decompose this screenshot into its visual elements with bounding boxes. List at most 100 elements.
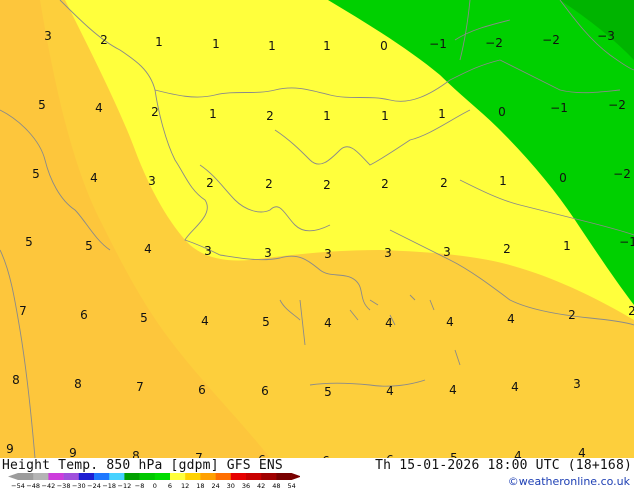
isotherm-label: 0 bbox=[559, 171, 567, 185]
isotherm-label: 4 bbox=[144, 242, 152, 256]
colorbar-swatch bbox=[170, 473, 186, 480]
isotherm-label: 2 bbox=[440, 176, 448, 190]
isotherm-label: 3 bbox=[573, 377, 581, 391]
isotherm-label: 1 bbox=[155, 35, 163, 49]
isotherm-label: 6 bbox=[198, 383, 206, 397]
isotherm-label: 1 bbox=[323, 39, 331, 53]
isotherm-label: 5 bbox=[140, 311, 148, 325]
colorbar-left-arrow bbox=[8, 473, 18, 480]
isotherm-label: 5 bbox=[25, 235, 33, 249]
colorbar-swatch bbox=[230, 473, 247, 480]
isotherm-label: 5 bbox=[450, 451, 458, 458]
isotherm-label: 5 bbox=[324, 385, 332, 399]
colorbar-swatch bbox=[246, 473, 262, 480]
isotherm-label: 1 bbox=[212, 37, 220, 51]
isotherm-label: 1 bbox=[209, 107, 217, 121]
isotherm-label: 4 bbox=[386, 384, 394, 398]
colorbar-tick-label: −48 bbox=[26, 482, 40, 490]
colorbar-swatch bbox=[276, 473, 292, 480]
isotherm-label: 4 bbox=[201, 314, 209, 328]
colorbar-swatch bbox=[63, 473, 80, 480]
isotherm-label: 2 bbox=[266, 109, 274, 123]
colorbar-tick-label: −38 bbox=[57, 482, 71, 490]
colorbar-swatch bbox=[48, 473, 64, 480]
isotherm-label: −1 bbox=[619, 235, 634, 249]
isotherm-label: 4 bbox=[514, 449, 522, 458]
isotherm-label: 7 bbox=[195, 451, 203, 458]
colorbar-tick-label: 42 bbox=[257, 482, 265, 490]
isotherm-label: 1 bbox=[499, 174, 507, 188]
isotherm-label: 1 bbox=[323, 109, 331, 123]
colorbar-swatch bbox=[78, 473, 95, 480]
isotherm-label: 0 bbox=[498, 105, 506, 119]
isotherm-label: 5 bbox=[32, 167, 40, 181]
isotherm-label: 5 bbox=[85, 239, 93, 253]
colorbar-swatch bbox=[185, 473, 201, 480]
isotherm-label: 3 bbox=[324, 247, 332, 261]
colorbar-tick-label: 48 bbox=[272, 482, 280, 490]
isotherm-label: 1 bbox=[438, 107, 446, 121]
isotherm-label: 6 bbox=[80, 308, 88, 322]
isotherm-label: 8 bbox=[12, 373, 20, 387]
isotherm-label: 2 bbox=[206, 176, 214, 190]
isotherm-label: 7 bbox=[136, 380, 144, 394]
footer-bar: Height Temp. 850 hPa [gdpm] GFS ENS Th 1… bbox=[0, 458, 634, 490]
isotherm-label: 1 bbox=[563, 239, 571, 253]
isotherm-label: 9 bbox=[69, 446, 77, 458]
isotherm-label: −2 bbox=[542, 33, 560, 47]
isotherm-label: 4 bbox=[449, 383, 457, 397]
colorbar-tick-label: 30 bbox=[227, 482, 235, 490]
isotherm-label: 2 bbox=[100, 33, 108, 47]
isotherm-label: 6 bbox=[261, 384, 269, 398]
colorbar-swatch bbox=[261, 473, 277, 480]
isotherm-label: 2 bbox=[503, 242, 511, 256]
isotherm-label: 2 bbox=[151, 105, 159, 119]
isotherm-label: 2 bbox=[323, 178, 331, 192]
isotherm-label: 4 bbox=[385, 316, 393, 330]
colorbar-swatch bbox=[18, 473, 34, 480]
isotherm-label: 4 bbox=[446, 315, 454, 329]
isotherm-label: 2 bbox=[568, 308, 576, 322]
isotherm-label: 4 bbox=[90, 171, 98, 185]
isotherm-label: 4 bbox=[324, 316, 332, 330]
copyright-link[interactable]: ©weatheronline.co.uk bbox=[508, 475, 630, 488]
isotherm-label: 5 bbox=[38, 98, 46, 112]
isotherm-label: 2 bbox=[381, 177, 389, 191]
isotherm-label: 4 bbox=[578, 446, 586, 458]
isotherm-label: 9 bbox=[6, 442, 14, 456]
colorbar-tick-label: 24 bbox=[211, 482, 219, 490]
colorbar-swatch bbox=[200, 473, 216, 480]
chart-title: Height Temp. 850 hPa [gdpm] GFS ENS bbox=[2, 458, 283, 473]
colorbar-tick-label: 0 bbox=[153, 482, 157, 490]
colorbar-tick-label: −12 bbox=[118, 482, 132, 490]
colorbar-swatch bbox=[215, 473, 232, 480]
colorbar-tick-label: 54 bbox=[287, 482, 295, 490]
isotherm-label: 0 bbox=[380, 39, 388, 53]
isotherm-label: −2 bbox=[485, 36, 503, 50]
colorbar-tick-label: 12 bbox=[181, 482, 189, 490]
isotherm-label: 1 bbox=[381, 109, 389, 123]
isotherm-label: −1 bbox=[550, 101, 568, 115]
colorbar-swatch bbox=[94, 473, 110, 480]
isotherm-label: 4 bbox=[511, 380, 519, 394]
map-canvas: 3 2 1 1 1 1 0 −1 −2 −2 −3 5 4 2 1 2 1 1 1 0 −1 −2 5 4 3 2 2 2 2 2 1 0 −2… bbox=[0, 0, 634, 458]
isotherm-label: 3 bbox=[204, 244, 212, 258]
colorbar-swatch bbox=[124, 473, 140, 480]
isotherm-label: 7 bbox=[19, 304, 27, 318]
colorbar-tick-label: −54 bbox=[11, 482, 25, 490]
isotherm-label: 3 bbox=[384, 246, 392, 260]
isotherm-label: 3 bbox=[44, 29, 52, 43]
isotherm-label: 3 bbox=[443, 245, 451, 259]
valid-time: Th 15-01-2026 18:00 UTC (18+168) bbox=[375, 458, 632, 473]
isotherm-label: −2 bbox=[613, 167, 631, 181]
colorbar-tick-label: −30 bbox=[72, 482, 86, 490]
colorbar-tick-label: −24 bbox=[87, 482, 101, 490]
isotherm-label: 8 bbox=[132, 449, 140, 458]
isotherm-label: −1 bbox=[429, 37, 447, 51]
isotherm-label: 5 bbox=[262, 315, 270, 329]
colorbar-tick-label: −42 bbox=[42, 482, 56, 490]
colorbar-swatch bbox=[109, 473, 125, 480]
colorbar-swatch bbox=[154, 473, 171, 480]
colorbar-tick-label: 6 bbox=[168, 482, 172, 490]
isotherm-label: 8 bbox=[74, 377, 82, 391]
